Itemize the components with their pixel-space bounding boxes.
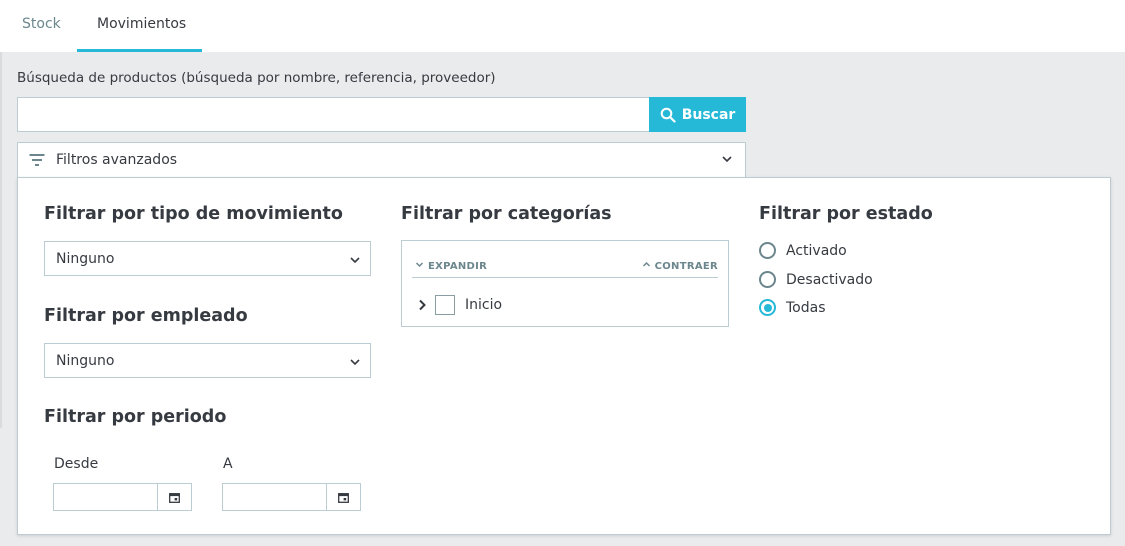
status-option-label: Desactivado bbox=[786, 271, 873, 288]
date-from-label: Desde bbox=[54, 456, 99, 472]
tab-stock[interactable]: Stock bbox=[2, 0, 81, 52]
search-button-label: Buscar bbox=[681, 106, 736, 123]
date-from-input[interactable] bbox=[54, 484, 157, 510]
movement-type-value: Ninguno bbox=[56, 250, 115, 267]
date-from-field bbox=[53, 483, 192, 511]
left-edge-divider bbox=[0, 52, 2, 428]
chevron-down-icon bbox=[415, 260, 424, 272]
chevron-up-icon bbox=[642, 260, 651, 272]
status-option-label: Activado bbox=[786, 242, 847, 259]
expand-all-button[interactable]: EXPANDIR bbox=[415, 260, 487, 272]
status-option-todas[interactable]: Todas bbox=[759, 299, 826, 316]
tree-item-label: Inicio bbox=[465, 297, 503, 313]
search-label: Búsqueda de productos (búsqueda por nomb… bbox=[17, 70, 496, 86]
advanced-filters-toggle[interactable]: Filtros avanzados bbox=[17, 142, 746, 177]
filter-icon bbox=[29, 154, 45, 166]
status-heading: Filtrar por estado bbox=[759, 204, 933, 224]
radio-button[interactable] bbox=[759, 271, 776, 288]
search-button[interactable]: Buscar bbox=[649, 97, 746, 132]
tab-bar: Stock Movimientos bbox=[0, 0, 1125, 52]
tab-movimientos[interactable]: Movimientos bbox=[77, 0, 202, 52]
status-option-label: Todas bbox=[786, 299, 826, 316]
chevron-down-icon bbox=[349, 254, 361, 270]
employee-heading: Filtrar por empleado bbox=[44, 306, 248, 326]
radio-button[interactable] bbox=[759, 242, 776, 259]
date-to-field bbox=[222, 483, 361, 511]
categories-heading: Filtrar por categorías bbox=[401, 204, 612, 224]
category-tree-actions: EXPANDIR CONTRAER bbox=[412, 258, 718, 278]
advanced-filters-panel: Filtrar por tipo de movimiento Ninguno F… bbox=[17, 177, 1111, 535]
calendar-icon[interactable] bbox=[157, 484, 191, 510]
movement-type-select[interactable]: Ninguno bbox=[44, 241, 371, 276]
tree-item-checkbox[interactable] bbox=[435, 295, 455, 315]
employee-select[interactable]: Ninguno bbox=[44, 343, 371, 378]
advanced-filters-label: Filtros avanzados bbox=[56, 152, 178, 168]
date-to-input[interactable] bbox=[223, 484, 326, 510]
chevron-down-icon bbox=[721, 153, 733, 169]
chevron-right-icon[interactable] bbox=[418, 298, 430, 312]
radio-button-selected[interactable] bbox=[759, 299, 776, 316]
expand-all-label: EXPANDIR bbox=[428, 260, 488, 272]
chevron-down-icon bbox=[349, 356, 361, 372]
collapse-all-label: CONTRAER bbox=[654, 260, 718, 272]
status-option-desactivado[interactable]: Desactivado bbox=[759, 271, 873, 288]
period-heading: Filtrar por periodo bbox=[44, 407, 227, 427]
search-icon bbox=[660, 107, 676, 123]
employee-value: Ninguno bbox=[56, 352, 115, 369]
movement-type-heading: Filtrar por tipo de movimiento bbox=[44, 204, 343, 224]
category-tree: EXPANDIR CONTRAER Inicio bbox=[401, 240, 729, 327]
calendar-icon[interactable] bbox=[326, 484, 360, 510]
search-input[interactable] bbox=[17, 97, 649, 132]
status-option-activado[interactable]: Activado bbox=[759, 242, 847, 259]
collapse-all-button[interactable]: CONTRAER bbox=[642, 260, 718, 272]
date-to-label: A bbox=[223, 456, 233, 472]
tree-item: Inicio bbox=[418, 295, 502, 315]
